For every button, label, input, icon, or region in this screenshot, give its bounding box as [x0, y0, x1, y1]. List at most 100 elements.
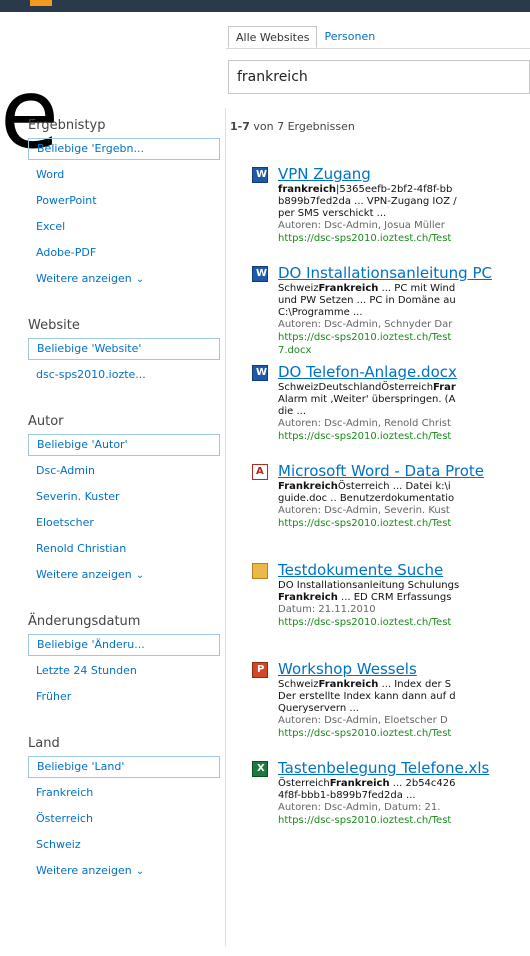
search-result: Microsoft Word - Data ProteFrankreichÖst…	[252, 462, 530, 561]
refiner-modified-date: Änderungsdatum Beliebige 'Änderu... Letz…	[28, 608, 220, 710]
search-input[interactable]: frankreich	[228, 60, 530, 94]
folder-icon	[252, 563, 268, 579]
show-more-link[interactable]: Weitere anzeigen ⌄	[28, 266, 220, 292]
hit-highlight: Frankreich	[278, 481, 338, 492]
refiner-item[interactable]: Dsc-Admin	[28, 458, 220, 484]
refiner-item[interactable]: Schweiz	[28, 832, 220, 858]
search-result: VPN Zugangfrankreich|5365eefb-2bf2-4f8f-…	[252, 165, 530, 264]
top-bar	[0, 0, 530, 12]
excel-icon	[252, 761, 268, 777]
result-url[interactable]: 7.docx	[278, 344, 530, 357]
word-doc-icon	[252, 365, 268, 381]
refiner-item[interactable]: Frankreich	[28, 780, 220, 806]
result-url[interactable]: https://dsc-sps2010.ioztest.ch/Test	[278, 331, 530, 344]
refiner-item[interactable]: Word	[28, 162, 220, 188]
result-title-link[interactable]: Workshop Wessels	[278, 660, 530, 679]
chevron-down-icon: ⌄	[135, 570, 145, 581]
refiner-selected[interactable]: Beliebige 'Änderu...	[28, 634, 220, 656]
hit-highlight: Frar	[433, 382, 456, 393]
result-body: Tastenbelegung Telefone.xls ÖsterreichFra…	[278, 759, 530, 827]
snippet-text: guide.doc .. Benutzerdokumentatio	[278, 493, 455, 504]
result-snippet: frankreich|5365eefb-2bf2-4f8f-bb	[278, 184, 530, 196]
result-snippet: SchweizFrankreich ... Index der S	[278, 679, 530, 691]
hit-highlight: Frankreich	[329, 778, 390, 789]
refiner-item[interactable]: Renold Christian	[28, 536, 220, 562]
show-more-label: Weitere anzeigen	[36, 272, 132, 285]
result-snippet: Alarm mit ‚Weiter' überspringen. (A	[278, 394, 530, 406]
result-total: von 7 Ergebnissen	[249, 120, 355, 133]
snippet-text: ... ED CRM Erfassungs	[337, 592, 452, 603]
snippet-text: ... Index der S	[378, 679, 452, 690]
snippet-text: Schweiz	[278, 679, 319, 690]
pdf-icon	[252, 464, 268, 480]
snippet-text: und PW Setzen ... PC in Domäne au	[278, 295, 456, 306]
result-url[interactable]: https://dsc-sps2010.ioztest.ch/Test	[278, 727, 530, 740]
result-snippet: ÖsterreichFrankreich ... 2b54c426	[278, 778, 530, 790]
result-snippet: DO Installationsanleitung Schulungs	[278, 580, 530, 592]
result-snippet: SchweizDeutschlandÖsterreichFrar	[278, 382, 530, 394]
refiner-author: Autor Beliebige 'Autor' Dsc-Admin Severi…	[28, 408, 220, 588]
hit-highlight: Frankreich	[318, 283, 379, 294]
result-body: DO Installationsanleitung PC SchweizFrank…	[278, 264, 530, 357]
refiner-item[interactable]: Severin. Kuster	[28, 484, 220, 510]
result-body: VPN Zugang frankreich|5365eefb-2bf2-4f8f-…	[278, 165, 530, 245]
result-title-link[interactable]: Microsoft Word - Data Prote	[278, 462, 530, 481]
refiner-selected[interactable]: Beliebige 'Autor'	[28, 434, 220, 456]
result-title-link[interactable]: Testdokumente Suche	[278, 561, 530, 580]
tab-alle-websites[interactable]: Alle Websites	[228, 26, 318, 48]
refiner-title: Autor	[28, 414, 64, 429]
snippet-text: Österreich	[278, 778, 330, 789]
snippet-text: Der erstellte Index kann dann auf d	[278, 691, 456, 702]
snippet-text: ... PC mit Wind	[378, 283, 456, 294]
result-url[interactable]: https://dsc-sps2010.ioztest.ch/Test	[278, 517, 530, 530]
snippet-text: die ...	[278, 406, 306, 417]
refiner-item[interactable]: Österreich	[28, 806, 220, 832]
show-more-link[interactable]: Weitere anzeigen ⌄	[28, 562, 220, 588]
refiner-selected[interactable]: Beliebige 'Website'	[28, 338, 220, 360]
result-count: 1-7 von 7 Ergebnissen	[230, 120, 355, 133]
result-url[interactable]: https://dsc-sps2010.ioztest.ch/Test	[278, 430, 530, 443]
show-more-label: Weitere anzeigen	[36, 568, 132, 581]
word-doc-icon	[252, 266, 268, 282]
refiner-country: Land Beliebige 'Land' Frankreich Österre…	[28, 730, 220, 884]
refiner-item[interactable]: PowerPoint	[28, 188, 220, 214]
snippet-text: Queryservern ...	[278, 703, 359, 714]
refiner-selected[interactable]: Beliebige 'Ergebn...	[28, 138, 220, 160]
result-title-link[interactable]: DO Installationsanleitung PC	[278, 264, 530, 283]
header-divider	[226, 48, 530, 49]
refiner-item[interactable]: Excel	[28, 214, 220, 240]
result-title-link[interactable]: Tastenbelegung Telefone.xls	[278, 759, 530, 778]
snippet-text: Österreich ... Datei k:\i	[337, 481, 451, 492]
result-snippet: Frankreich ... ED CRM Erfassungs	[278, 592, 530, 604]
tab-personen[interactable]: Personen	[317, 26, 382, 48]
word-doc-icon	[252, 167, 268, 183]
result-body: Testdokumente Suche DO Installationsanlei…	[278, 561, 530, 629]
result-body: Microsoft Word - Data Prote FrankreichÖst…	[278, 462, 530, 530]
refiner-item[interactable]: Früher	[28, 684, 220, 710]
refiner-title: Ergebnistyp	[28, 118, 106, 133]
result-url[interactable]: https://dsc-sps2010.ioztest.ch/Test	[278, 616, 530, 629]
refiner-item[interactable]: Eloetscher	[28, 510, 220, 536]
refiner-item[interactable]: Letzte 24 Stunden	[28, 658, 220, 684]
show-more-link[interactable]: Weitere anzeigen ⌄	[28, 858, 220, 884]
hit-highlight: Frankreich	[318, 679, 379, 690]
result-snippet: FrankreichÖsterreich ... Datei k:\i	[278, 481, 530, 493]
result-title-link[interactable]: VPN Zugang	[278, 165, 530, 184]
refiner-title: Änderungsdatum	[28, 614, 141, 629]
refiner-title: Land	[28, 736, 60, 751]
result-url[interactable]: https://dsc-sps2010.ioztest.ch/Test	[278, 232, 530, 245]
result-meta: Autoren: Dsc-Admin, Renold Christ	[278, 418, 451, 429]
snippet-text: per SMS verschickt ...	[278, 208, 387, 219]
result-title-link[interactable]: DO Telefon-Anlage.docx	[278, 363, 530, 382]
snippet-text: DO Installationsanleitung Schulungs	[278, 580, 460, 591]
search-result: Tastenbelegung Telefone.xlsÖsterreichFra…	[252, 759, 530, 858]
result-snippet: b899b7fed2da ... VPN-Zugang IOZ /	[278, 196, 530, 208]
snippet-text: ... 2b54c426	[389, 778, 456, 789]
snippet-text: 4f8f-bbb1-b899b7fed2da ...	[278, 790, 416, 801]
result-url[interactable]: https://dsc-sps2010.ioztest.ch/Test	[278, 814, 530, 827]
refiner-selected[interactable]: Beliebige 'Land'	[28, 756, 220, 778]
refiner-item[interactable]: Adobe-PDF	[28, 240, 220, 266]
brand-accent	[30, 0, 52, 6]
search-result: Testdokumente Suche DO Installationsanlei…	[252, 561, 530, 660]
refiner-item[interactable]: dsc-sps2010.iozte...	[28, 362, 220, 388]
